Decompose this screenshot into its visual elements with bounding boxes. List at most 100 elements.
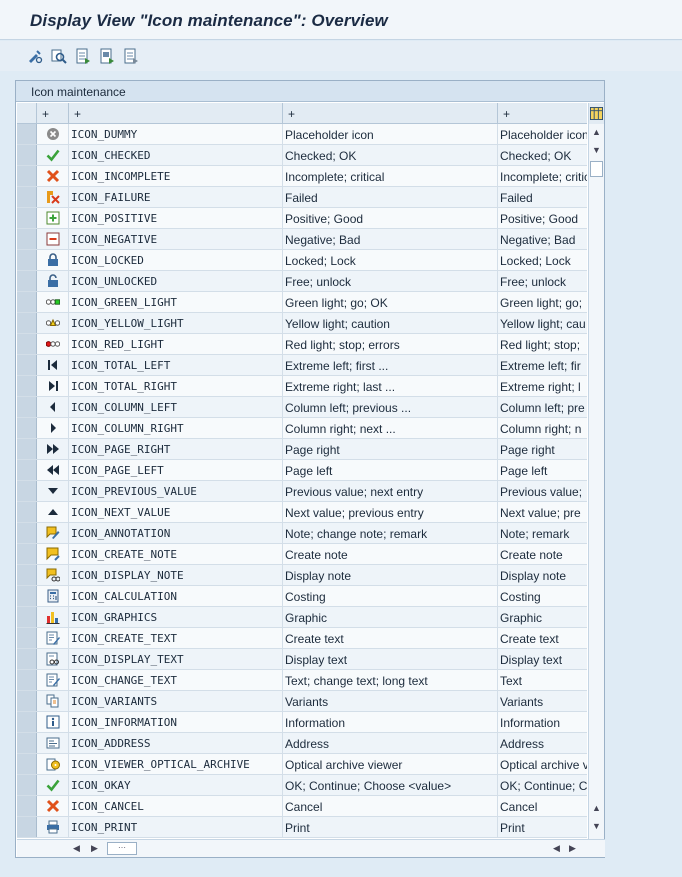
icon-short-text-cell: Extreme left; fir (500, 359, 581, 373)
row-selector[interactable] (17, 271, 37, 291)
scroll-left-icon[interactable]: ◀ (73, 843, 80, 854)
table-row[interactable]: ICON_NEXT_VALUE Next value; previous entr… (17, 502, 587, 523)
row-selector[interactable] (17, 754, 37, 774)
table-row[interactable]: ICON_CHECKED Checked; OK Checked; OK (17, 145, 587, 166)
column-configuration-icon[interactable] (588, 103, 604, 124)
table-row[interactable]: ICON_CHANGE_TEXT Text; change text; long … (17, 670, 587, 691)
row-selector[interactable] (17, 145, 37, 165)
page-left-icon (46, 465, 59, 475)
vertical-scrollbar[interactable]: ▲ ▼ ▲ ▼ (588, 103, 604, 839)
row-selector[interactable] (17, 355, 37, 375)
row-selector[interactable] (17, 439, 37, 459)
row-selector[interactable] (17, 733, 37, 753)
row-selector[interactable] (17, 229, 37, 249)
row-selector[interactable] (17, 187, 37, 207)
table-row[interactable]: ICON_VIEWER_OPTICAL_ARCHIVE Optical archi… (17, 754, 587, 775)
row-selector[interactable] (17, 460, 37, 480)
row-selector[interactable] (17, 670, 37, 690)
column-header-description[interactable]: + (283, 103, 498, 123)
horizontal-scroll-thumb[interactable]: ⋯ (107, 842, 137, 855)
table-row[interactable]: ICON_COLUMN_RIGHT Column right; next ... C… (17, 418, 587, 439)
title-bar: Display View "Icon maintenance": Overvie… (0, 0, 682, 40)
row-selector[interactable] (17, 628, 37, 648)
table-row[interactable]: ICON_VARIANTS Variants Variants (17, 691, 587, 712)
table-row[interactable]: ICON_CANCEL Cancel Cancel (17, 796, 587, 817)
select-all-rows-button[interactable] (17, 103, 37, 123)
table-row[interactable]: ICON_DISPLAY_TEXT Display text Display tex… (17, 649, 587, 670)
deselect-all-icon[interactable] (122, 47, 140, 65)
row-selector[interactable] (17, 376, 37, 396)
table-row[interactable]: ICON_LOCKED Locked; Lock Locked; Lock (17, 250, 587, 271)
row-selector[interactable] (17, 250, 37, 270)
table-row[interactable]: ICON_OKAY OK; Continue; Choose <value> OK;… (17, 775, 587, 796)
icon-description-cell: Information (283, 712, 498, 732)
row-selector[interactable] (17, 334, 37, 354)
row-selector[interactable] (17, 208, 37, 228)
table-row[interactable]: ICON_FAILURE Failed Failed (17, 187, 587, 208)
table-row[interactable]: ICON_CALCULATION Costing Costing (17, 586, 587, 607)
row-selector[interactable] (17, 712, 37, 732)
icon-name-cell: ICON_NEXT_VALUE (69, 502, 283, 522)
table-row[interactable]: ICON_INFORMATION Information Information (17, 712, 587, 733)
scroll-down-icon[interactable]: ▼ (592, 145, 601, 155)
table-row[interactable]: ICON_PAGE_RIGHT Page right Page right (17, 439, 587, 460)
select-block-icon[interactable] (98, 47, 116, 65)
row-selector[interactable] (17, 166, 37, 186)
vertical-scroll-thumb[interactable] (590, 161, 603, 177)
column-header-icon[interactable]: + (37, 103, 69, 123)
row-selector[interactable] (17, 565, 37, 585)
table-row[interactable]: ICON_NEGATIVE Negative; Bad Negative; Bad (17, 229, 587, 250)
row-selector[interactable] (17, 397, 37, 417)
table-row[interactable]: ICON_RED_LIGHT Red light; stop; errors Red… (17, 334, 587, 355)
table-row[interactable]: ICON_ADDRESS Address Address (17, 733, 587, 754)
row-selector[interactable] (17, 124, 37, 144)
table-row[interactable]: ICON_PREVIOUS_VALUE Previous value; next … (17, 481, 587, 502)
row-selector[interactable] (17, 649, 37, 669)
table-row[interactable]: ICON_DISPLAY_NOTE Display note Display not… (17, 565, 587, 586)
row-selector[interactable] (17, 313, 37, 333)
table-row[interactable]: ICON_COLUMN_LEFT Column left; previous ..… (17, 397, 587, 418)
row-selector[interactable] (17, 796, 37, 816)
scroll-page-down-icon[interactable]: ▼ (592, 821, 601, 831)
icon-short-text-cell: Positive; Good (500, 212, 579, 226)
column-header-short-text[interactable]: + (498, 103, 587, 123)
table-row[interactable]: ICON_DUMMY Placeholder icon Placeholder ic… (17, 124, 587, 145)
row-selector[interactable] (17, 544, 37, 564)
table-row[interactable]: ICON_GREEN_LIGHT Green light; go; OK Green… (17, 292, 587, 313)
row-selector[interactable] (17, 586, 37, 606)
row-selector[interactable] (17, 691, 37, 711)
icon-description-cell: Positive; Good (283, 208, 498, 228)
horizontal-scrollbar[interactable]: ◀ ▶ ⋯ ◀ ▶ (17, 839, 605, 857)
table-row[interactable]: ICON_GRAPHICS Graphic Graphic (17, 607, 587, 628)
table-row[interactable]: ICON_TOTAL_LEFT Extreme left; first ... Ex… (17, 355, 587, 376)
icon-short-text-cell: Yellow light; cau (500, 317, 586, 331)
table-row[interactable]: ICON_ANNOTATION Note; change note; remark… (17, 523, 587, 544)
row-selector[interactable] (17, 418, 37, 438)
scroll-right-icon[interactable]: ▶ (91, 843, 98, 854)
column-header-name[interactable]: + (69, 103, 283, 123)
row-selector[interactable] (17, 292, 37, 312)
row-selector[interactable] (17, 481, 37, 501)
table-row[interactable]: ICON_UNLOCKED Free; unlock Free; unlock (17, 271, 587, 292)
icon-short-text-cell: Failed (500, 191, 533, 205)
table-row[interactable]: ICON_INCOMPLETE Incomplete; critical Incom… (17, 166, 587, 187)
table-row[interactable]: ICON_CREATE_TEXT Create text Create text (17, 628, 587, 649)
change-display-icon[interactable] (26, 47, 44, 65)
table-row[interactable]: ICON_PAGE_LEFT Page left Page left (17, 460, 587, 481)
row-selector[interactable] (17, 523, 37, 543)
scroll-page-up-icon[interactable]: ▲ (592, 803, 601, 813)
row-selector[interactable] (17, 502, 37, 522)
table-row[interactable]: ICON_CREATE_NOTE Create note Create note (17, 544, 587, 565)
row-selector[interactable] (17, 775, 37, 795)
table-row[interactable]: ICON_PRINT Print Print (17, 817, 587, 838)
select-all-icon[interactable] (74, 47, 92, 65)
table-row[interactable]: ICON_TOTAL_RIGHT Extreme right; last ... E… (17, 376, 587, 397)
scroll-left-end-icon[interactable]: ◀ (553, 843, 560, 854)
scroll-up-icon[interactable]: ▲ (592, 127, 601, 137)
table-row[interactable]: ICON_POSITIVE Positive; Good Positive; Goo… (17, 208, 587, 229)
row-selector[interactable] (17, 817, 37, 837)
find-icon[interactable] (50, 47, 68, 65)
table-row[interactable]: ICON_YELLOW_LIGHT Yellow light; caution Ye… (17, 313, 587, 334)
scroll-right-end-icon[interactable]: ▶ (569, 843, 576, 854)
row-selector[interactable] (17, 607, 37, 627)
